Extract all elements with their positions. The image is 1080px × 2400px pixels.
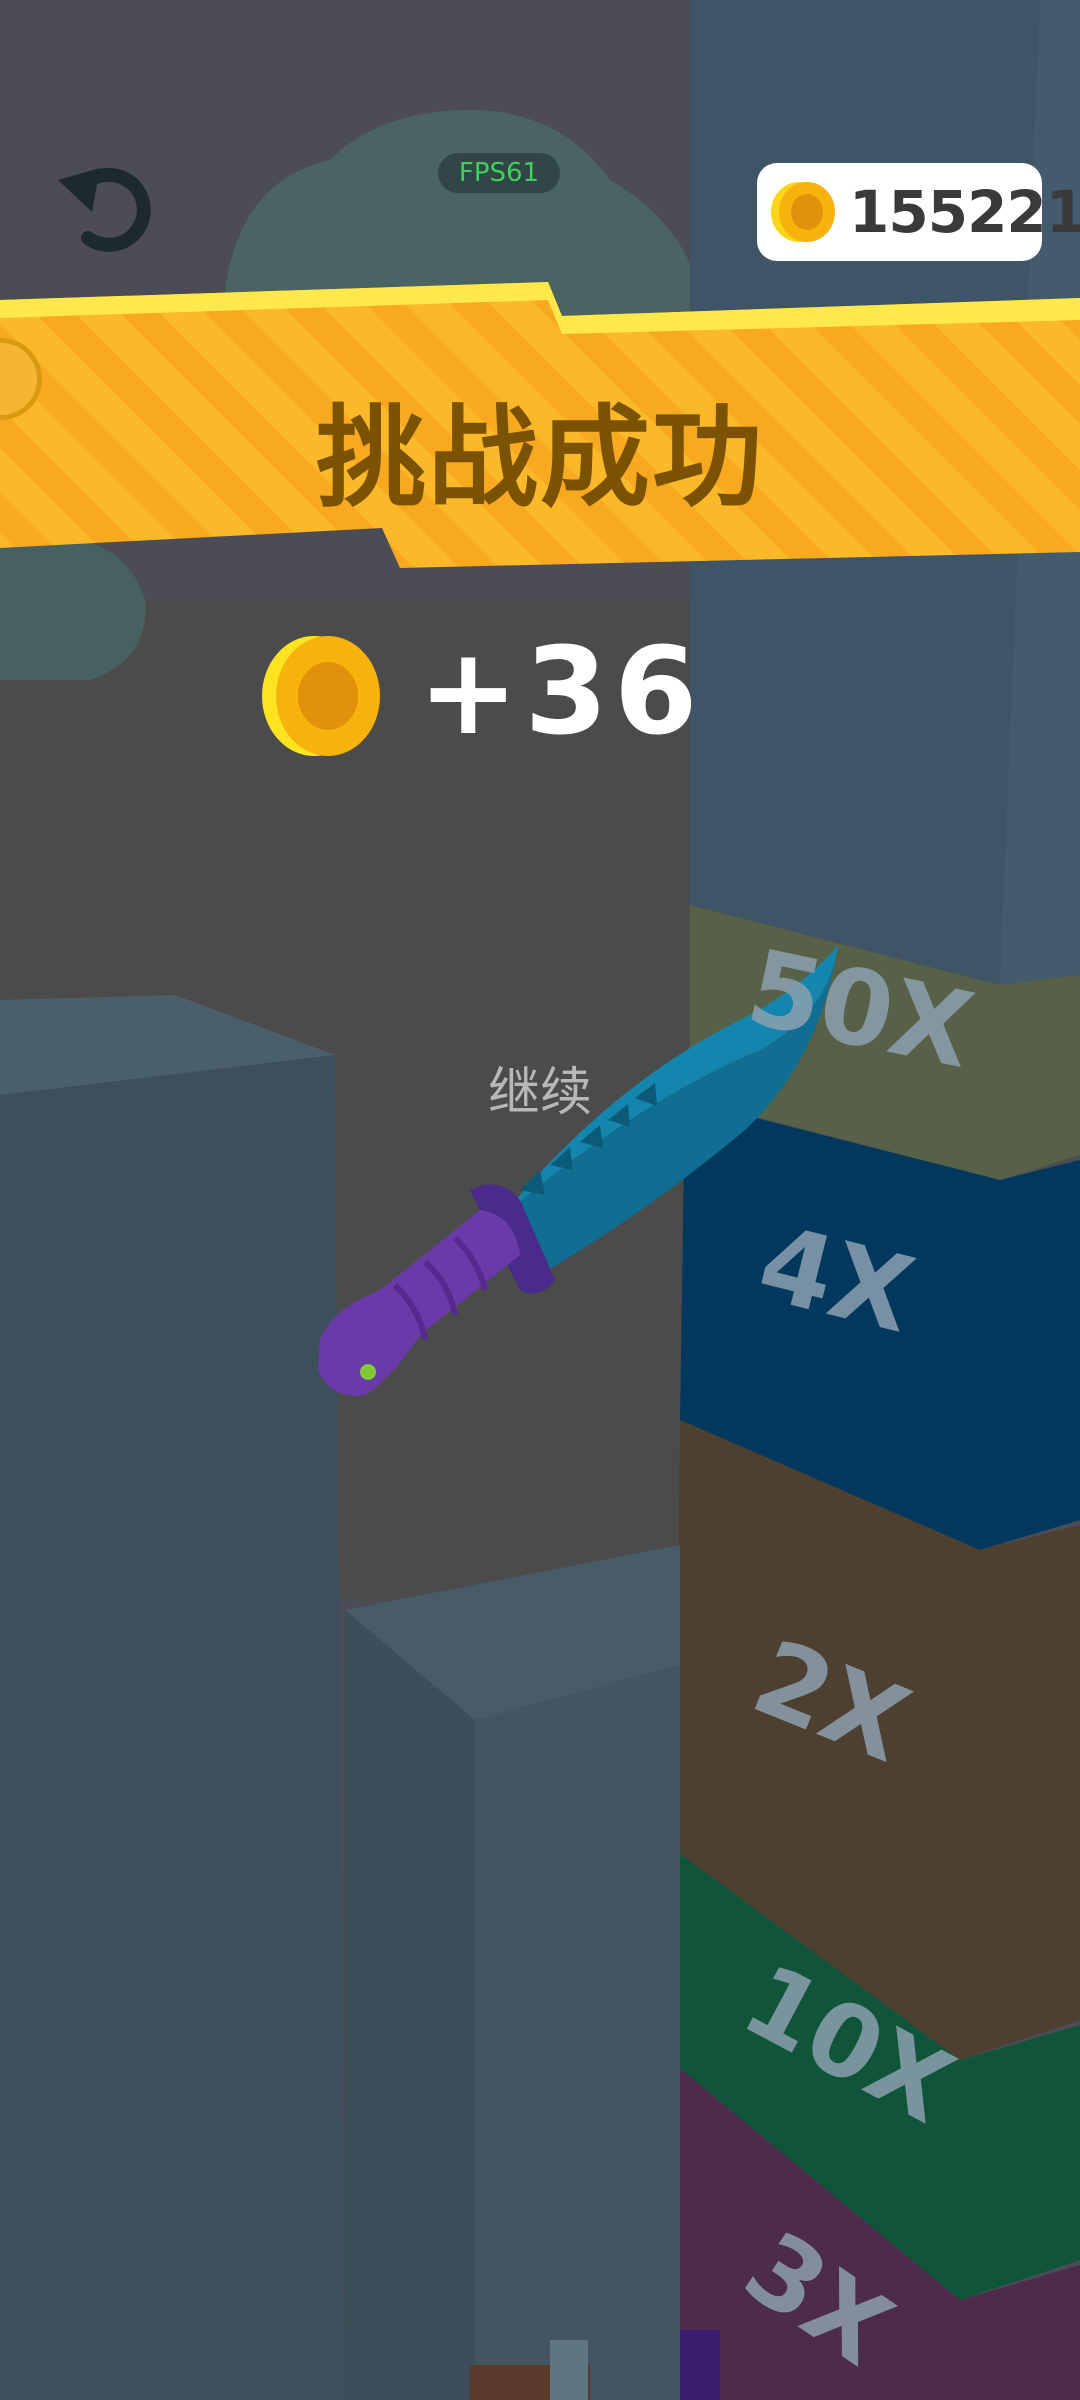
coin-total: 155221 xyxy=(849,178,1080,246)
fps-indicator: FPS61 xyxy=(438,153,560,193)
reward-amount: +36 xyxy=(418,623,704,762)
knife-pommel-dot xyxy=(360,1364,376,1380)
reward-coin-icon xyxy=(262,636,380,756)
restart-button[interactable] xyxy=(50,150,160,260)
coin-icon xyxy=(771,182,835,242)
continue-button[interactable]: 继续 xyxy=(440,1058,640,1128)
coin-counter: 155221 xyxy=(757,163,1080,261)
restart-arrow-icon xyxy=(58,167,151,252)
success-title: 挑战成功 xyxy=(316,394,764,522)
